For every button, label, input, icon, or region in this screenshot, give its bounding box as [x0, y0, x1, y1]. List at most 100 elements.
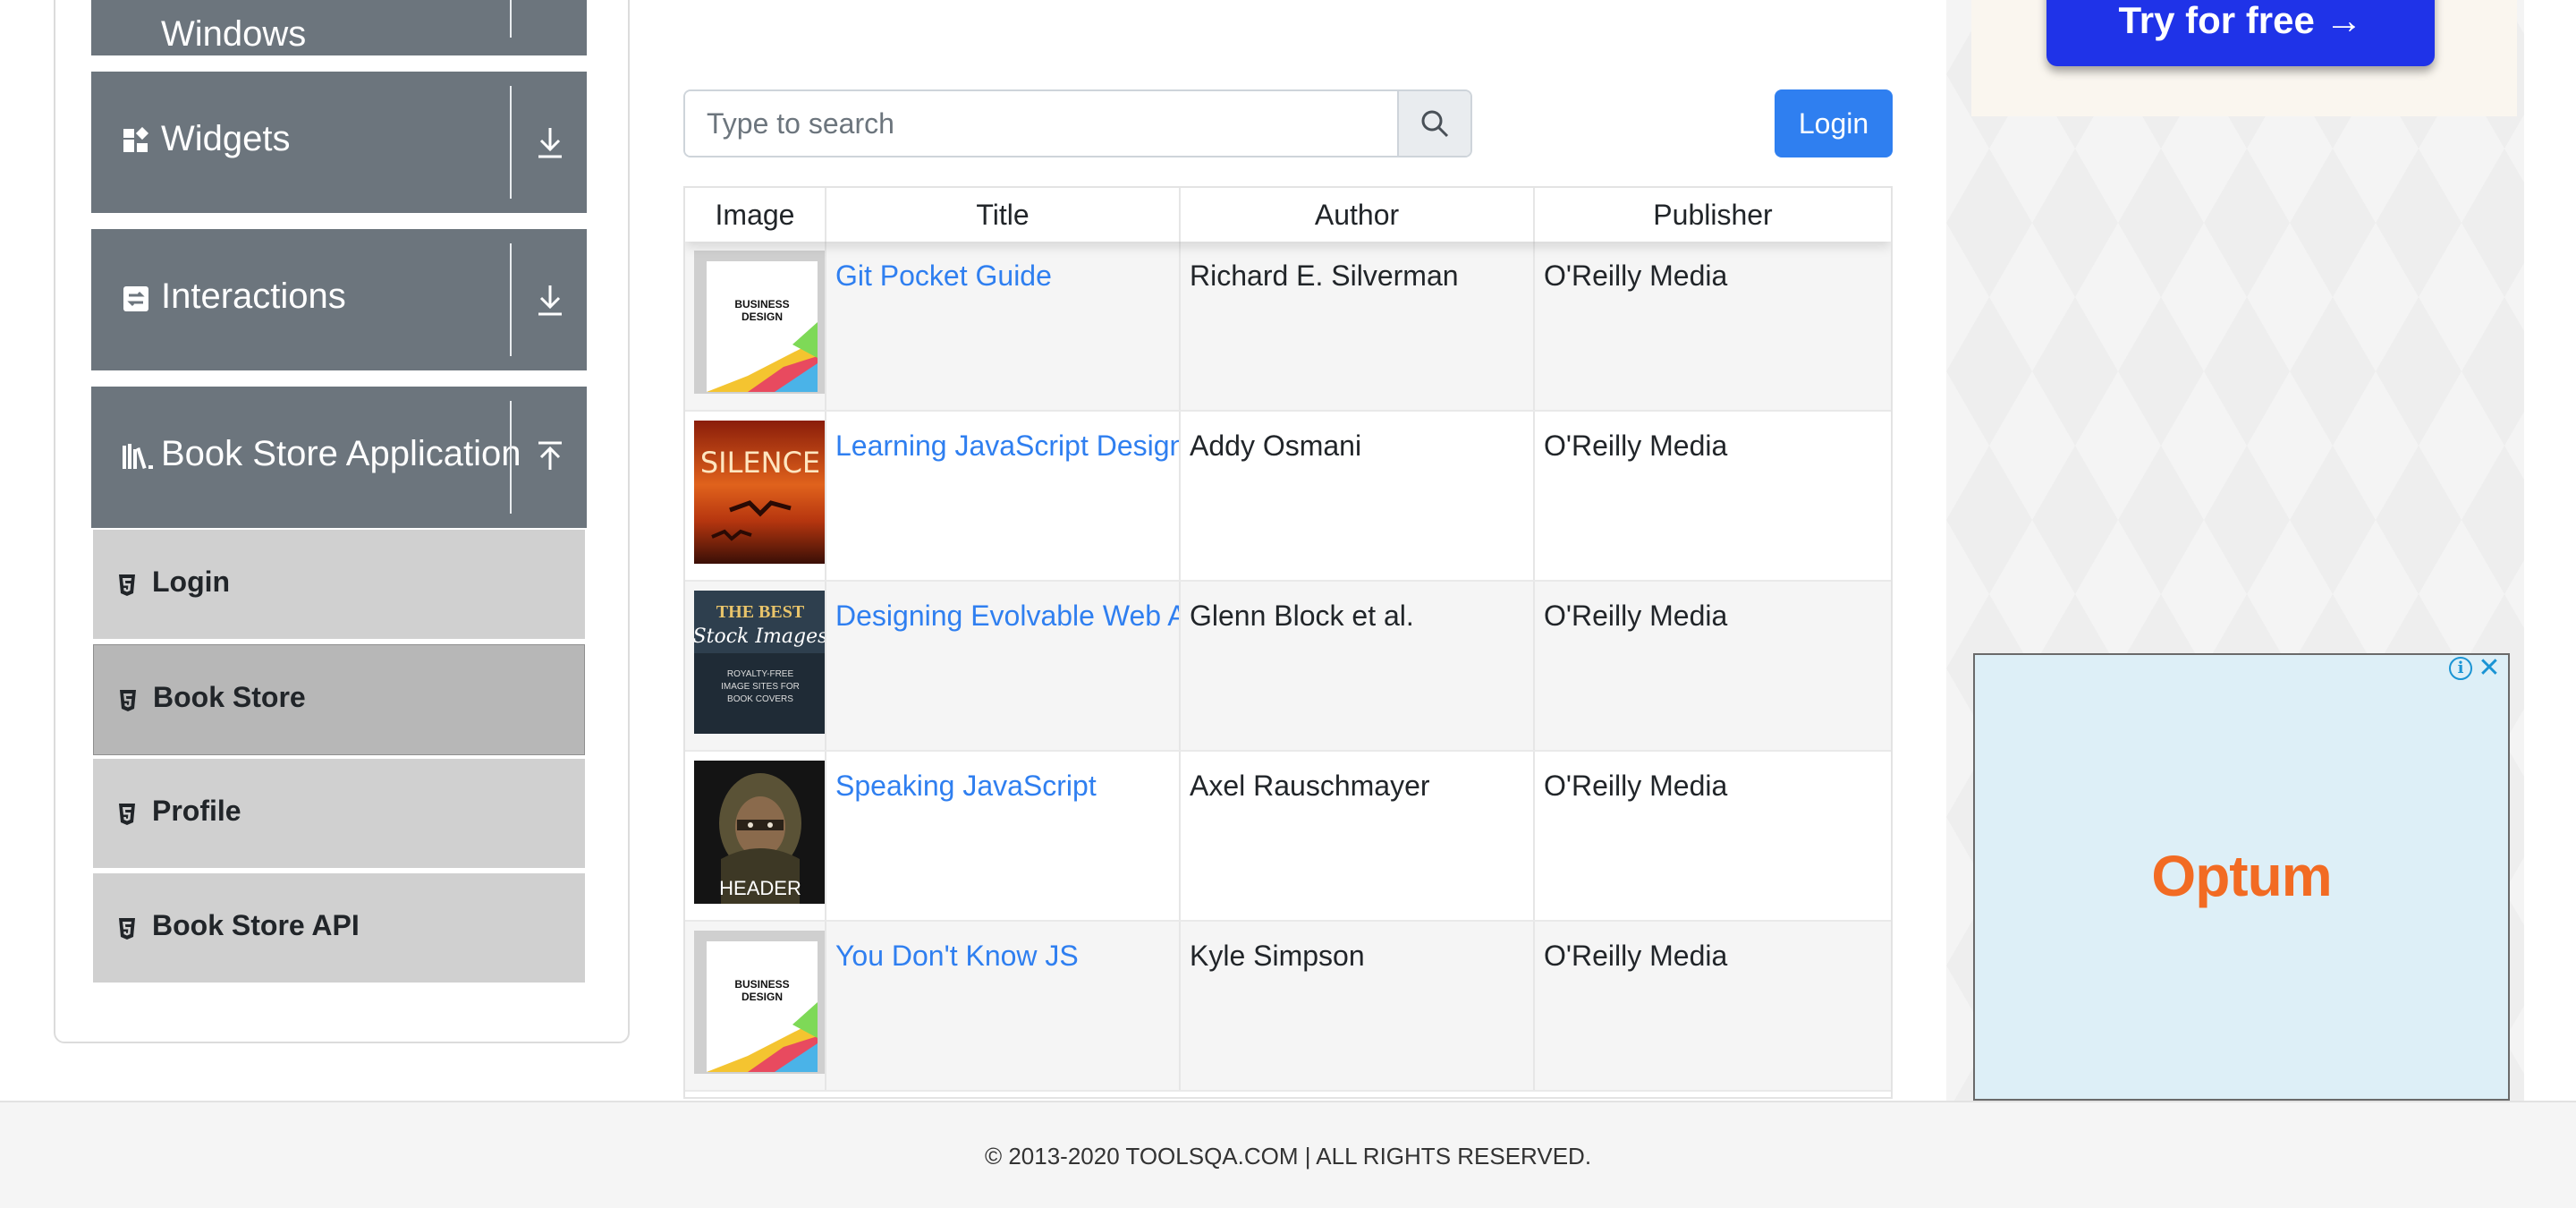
- book-title-link[interactable]: Speaking JavaScript: [835, 770, 1097, 802]
- cover-text: BUSINESS: [734, 298, 789, 311]
- cover-text: SILENCE: [700, 446, 820, 480]
- image-cell: THE BEST Stock Images ROYALTY-FREE IMAGE…: [685, 582, 826, 750]
- image-cell: BUSINESS DESIGN: [685, 242, 826, 410]
- column-header-title[interactable]: Title: [826, 188, 1181, 242]
- optum-logo: Optum: [2151, 844, 2332, 908]
- title-cell: You Don't Know JS: [826, 922, 1181, 1090]
- title-cell: Learning JavaScript Design Patterns: [826, 412, 1181, 580]
- cover-text: ROYALTY-FREE: [727, 669, 794, 679]
- column-header-publisher[interactable]: Publisher: [1535, 188, 1891, 242]
- sidebar-group-widgets[interactable]: Widgets: [91, 72, 587, 213]
- html5-icon: [119, 574, 135, 596]
- author-cell: Axel Rauschmayer: [1181, 752, 1535, 920]
- publisher-cell: O'Reilly Media: [1544, 600, 1728, 632]
- cover-text: DESIGN: [741, 311, 783, 323]
- download-arrow-icon[interactable]: [535, 124, 565, 160]
- ad-close-icon[interactable]: ✕: [2478, 655, 2501, 682]
- author-cell: Addy Osmani: [1181, 412, 1535, 580]
- table-row: HEADER Speaking JavaScript Axel Rauschma…: [685, 752, 1891, 922]
- table-row: BUSINESS DESIGN Git Pocket Guide Richard…: [685, 242, 1891, 412]
- cover-text: Stock Images: [694, 625, 826, 648]
- search-icon: [1421, 110, 1449, 138]
- interactions-icon: [123, 286, 148, 311]
- cover-text: DESIGN: [741, 991, 783, 1003]
- book-cover-image: BUSINESS DESIGN: [694, 251, 825, 394]
- author-cell: Glenn Block et al.: [1181, 582, 1535, 750]
- book-cover-image: HEADER: [694, 761, 825, 904]
- sidebar-group-windows[interactable]: Windows: [91, 0, 587, 55]
- header-cover-art: HEADER: [694, 761, 825, 904]
- table-row: SILENCE Learning JavaScript Design Patte…: [685, 412, 1891, 582]
- ad-banner-optum[interactable]: i ✕ Optum: [1973, 653, 2510, 1101]
- book-title-link[interactable]: You Don't Know JS: [835, 940, 1079, 972]
- sidebar-item-label: Login: [152, 566, 231, 598]
- widgets-icon: [123, 127, 149, 152]
- cover-text: BOOK COVERS: [727, 694, 793, 704]
- table-row: BUSINESS DESIGN You Don't Know JS Kyle S…: [685, 922, 1891, 1092]
- title-cell: Speaking JavaScript: [826, 752, 1181, 920]
- title-cell: Designing Evolvable Web APIs with ASP.NE…: [826, 582, 1181, 750]
- footer: © 2013-2020 TOOLSQA.COM | ALL RIGHTS RES…: [0, 1101, 2576, 1208]
- business-design-cover-art: BUSINESS DESIGN: [694, 931, 825, 1074]
- publisher-cell: O'Reilly Media: [1544, 770, 1728, 802]
- author-cell: Richard E. Silverman: [1181, 242, 1535, 410]
- sidebar-item-book-store-api[interactable]: Book Store API: [93, 873, 585, 984]
- cover-text: BUSINESS: [734, 978, 789, 991]
- upload-arrow-icon[interactable]: [535, 439, 565, 475]
- sidebar-group-label: Interactions: [161, 276, 346, 316]
- cover-text: HEADER: [719, 877, 801, 899]
- column-header-author[interactable]: Author: [1181, 188, 1535, 242]
- publisher-cell: O'Reilly Media: [1544, 430, 1728, 462]
- sidebar-item-book-store[interactable]: Book Store: [93, 644, 585, 755]
- business-design-cover-art: BUSINESS DESIGN: [694, 251, 825, 394]
- image-cell: SILENCE: [685, 412, 826, 580]
- column-header-image[interactable]: Image: [685, 188, 826, 242]
- html5-icon: [119, 804, 135, 825]
- sidebar-item-label: Profile: [152, 795, 242, 827]
- sidebar-item-label: Book Store API: [152, 909, 360, 941]
- sidebar-group-label: Widgets: [161, 119, 291, 158]
- divider: [510, 243, 512, 356]
- cover-text: IMAGE SITES FOR: [721, 682, 800, 692]
- image-cell: HEADER: [685, 752, 826, 920]
- book-table: Image Title Author Publisher BUSINESS DE…: [683, 186, 1893, 1099]
- search-input[interactable]: [685, 91, 1399, 156]
- publisher-cell: O'Reilly Media: [1544, 940, 1728, 972]
- book-title-link[interactable]: Designing Evolvable Web APIs with ASP.NE…: [835, 600, 1179, 632]
- search-button[interactable]: [1397, 91, 1470, 156]
- book-cover-image: SILENCE: [694, 421, 825, 564]
- login-button[interactable]: Login: [1775, 89, 1893, 157]
- table-header: Image Title Author Publisher: [685, 188, 1891, 242]
- sidebar-group-book-store-application[interactable]: Book Store Application: [91, 387, 587, 528]
- divider: [510, 401, 512, 514]
- image-cell: BUSINESS DESIGN: [685, 922, 826, 1090]
- sidebar-group-label: Book Store Application: [161, 434, 521, 473]
- author-cell: Kyle Simpson: [1181, 922, 1535, 1090]
- book-title-link[interactable]: Git Pocket Guide: [835, 259, 1052, 292]
- stock-images-cover-art: THE BEST Stock Images ROYALTY-FREE IMAGE…: [694, 591, 826, 734]
- ad-info-icon[interactable]: i: [2449, 657, 2472, 680]
- copyright-text: © 2013-2020 TOOLSQA.COM | ALL RIGHTS RES…: [984, 1143, 1592, 1170]
- sidebar-group-label: Windows: [161, 14, 307, 54]
- divider: [510, 0, 512, 38]
- download-arrow-icon[interactable]: [535, 282, 565, 318]
- book-title-link[interactable]: Learning JavaScript Design Patterns: [835, 430, 1179, 462]
- table-row: [685, 1092, 1891, 1097]
- books-icon: [123, 444, 153, 470]
- book-cover-image: THE BEST Stock Images ROYALTY-FREE IMAGE…: [694, 591, 826, 734]
- search-box: [683, 89, 1472, 157]
- table-row: THE BEST Stock Images ROYALTY-FREE IMAGE…: [685, 582, 1891, 752]
- sidebar-item-label: Book Store: [153, 681, 306, 713]
- publisher-cell: O'Reilly Media: [1544, 259, 1728, 292]
- silence-cover-art: SILENCE: [694, 421, 825, 564]
- cover-text: THE BEST: [716, 602, 805, 622]
- sidebar-group-interactions[interactable]: Interactions: [91, 229, 587, 370]
- divider: [510, 86, 512, 199]
- html5-icon: [120, 690, 136, 711]
- html5-icon: [119, 918, 135, 940]
- sidebar-item-login[interactable]: Login: [93, 530, 585, 641]
- book-cover-image: BUSINESS DESIGN: [694, 931, 825, 1074]
- title-cell: Git Pocket Guide: [826, 242, 1181, 410]
- try-for-free-button[interactable]: Try for free →: [2046, 0, 2435, 66]
- sidebar-item-profile[interactable]: Profile: [93, 759, 585, 870]
